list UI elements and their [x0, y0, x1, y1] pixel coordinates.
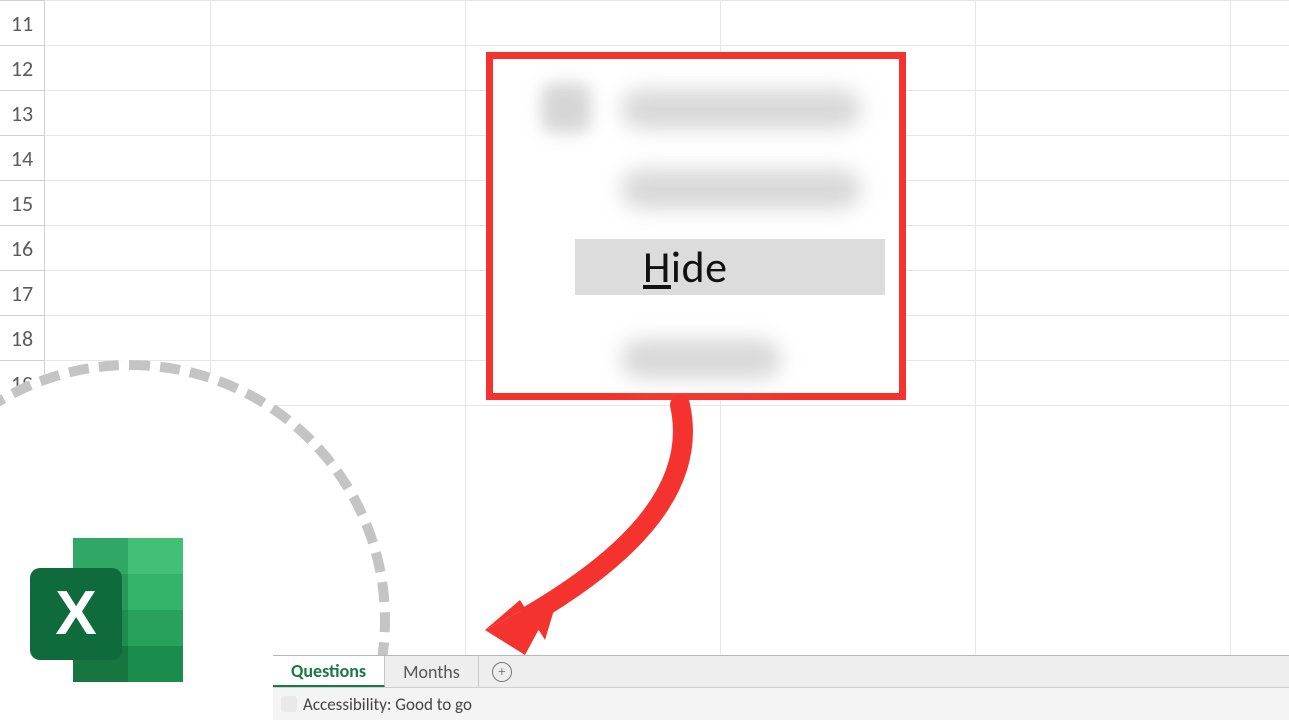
excel-logo-icon: X: [18, 530, 198, 690]
row-header-16[interactable]: 16: [0, 225, 45, 270]
context-menu-callout: Hide: [486, 52, 906, 400]
menu-item-hide[interactable]: Hide: [575, 239, 885, 295]
row-header-17[interactable]: 17: [0, 270, 45, 315]
menu-item-hide-label: ide: [671, 240, 728, 294]
row-header-11[interactable]: 11: [0, 0, 45, 45]
row-header-14[interactable]: 14: [0, 135, 45, 180]
menu-item-blurred-2: [621, 169, 861, 209]
row-header-18[interactable]: 18: [0, 315, 45, 360]
row-header-13[interactable]: 13: [0, 90, 45, 135]
menu-item-blurred-1: [621, 89, 861, 129]
sheet-tab-strip: Questions Months +: [273, 655, 1289, 688]
menu-item-icon-blurred: [541, 83, 591, 133]
menu-item-blurred-3: [621, 339, 781, 379]
row-header-12[interactable]: 12: [0, 45, 45, 90]
status-bar: Accessibility: Good to go: [273, 687, 1289, 720]
row-header-15[interactable]: 15: [0, 180, 45, 225]
menu-item-hide-mnemonic: H: [643, 240, 671, 294]
plus-icon: +: [492, 662, 512, 682]
accessibility-icon: [281, 696, 297, 712]
sheet-tab-months[interactable]: Months: [385, 656, 479, 688]
svg-text:X: X: [55, 579, 96, 648]
status-text: Accessibility: Good to go: [303, 694, 472, 715]
sheet-tab-questions[interactable]: Questions: [273, 656, 385, 688]
add-sheet-button[interactable]: +: [479, 656, 525, 688]
